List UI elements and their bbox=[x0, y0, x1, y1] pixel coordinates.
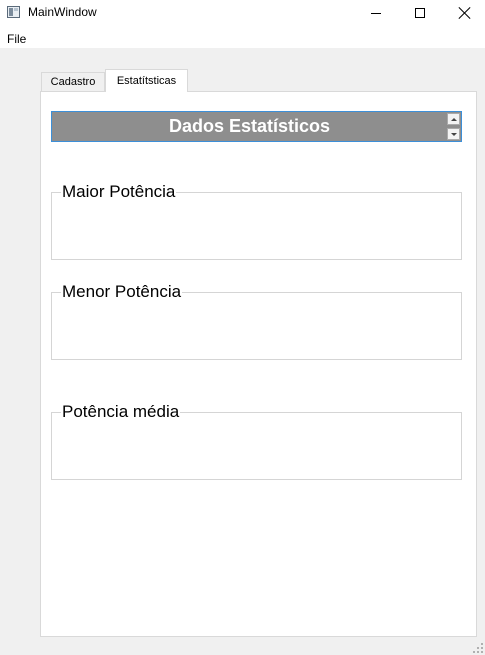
minimize-button[interactable] bbox=[353, 0, 399, 26]
spin-up-button[interactable] bbox=[447, 113, 460, 125]
close-icon bbox=[459, 7, 471, 19]
app-window-icon bbox=[7, 6, 20, 18]
group-title-menor-potencia: Menor Potência bbox=[61, 282, 183, 302]
group-title-maior-potencia: Maior Potência bbox=[61, 182, 177, 202]
group-potencia-media: Potência média bbox=[51, 402, 462, 480]
window-title: MainWindow bbox=[28, 5, 97, 19]
statistics-tab-pane bbox=[40, 91, 477, 637]
resize-grip-icon[interactable] bbox=[473, 643, 483, 653]
menu-file[interactable]: File bbox=[7, 32, 26, 46]
tab-cadastro[interactable]: Cadastro bbox=[41, 72, 105, 91]
maximize-icon bbox=[415, 8, 425, 18]
close-button[interactable] bbox=[442, 0, 485, 26]
minimize-icon bbox=[371, 12, 381, 14]
menu-bar: File bbox=[0, 26, 485, 48]
spin-down-button[interactable] bbox=[447, 128, 460, 140]
tab-estatisticas[interactable]: Estatítsticas bbox=[105, 69, 188, 92]
group-maior-potencia: Maior Potência bbox=[51, 182, 462, 260]
maximize-button[interactable] bbox=[397, 0, 443, 26]
title-bar: MainWindow bbox=[0, 0, 485, 26]
arrow-down-icon bbox=[450, 132, 457, 136]
group-title-potencia-media: Potência média bbox=[61, 402, 181, 422]
group-menor-potencia: Menor Potência bbox=[51, 282, 462, 360]
stats-header-spinbox[interactable]: Dados Estatísticos bbox=[51, 111, 462, 142]
stats-header-title: Dados Estatísticos bbox=[168, 116, 331, 136]
arrow-up-icon bbox=[450, 117, 457, 121]
